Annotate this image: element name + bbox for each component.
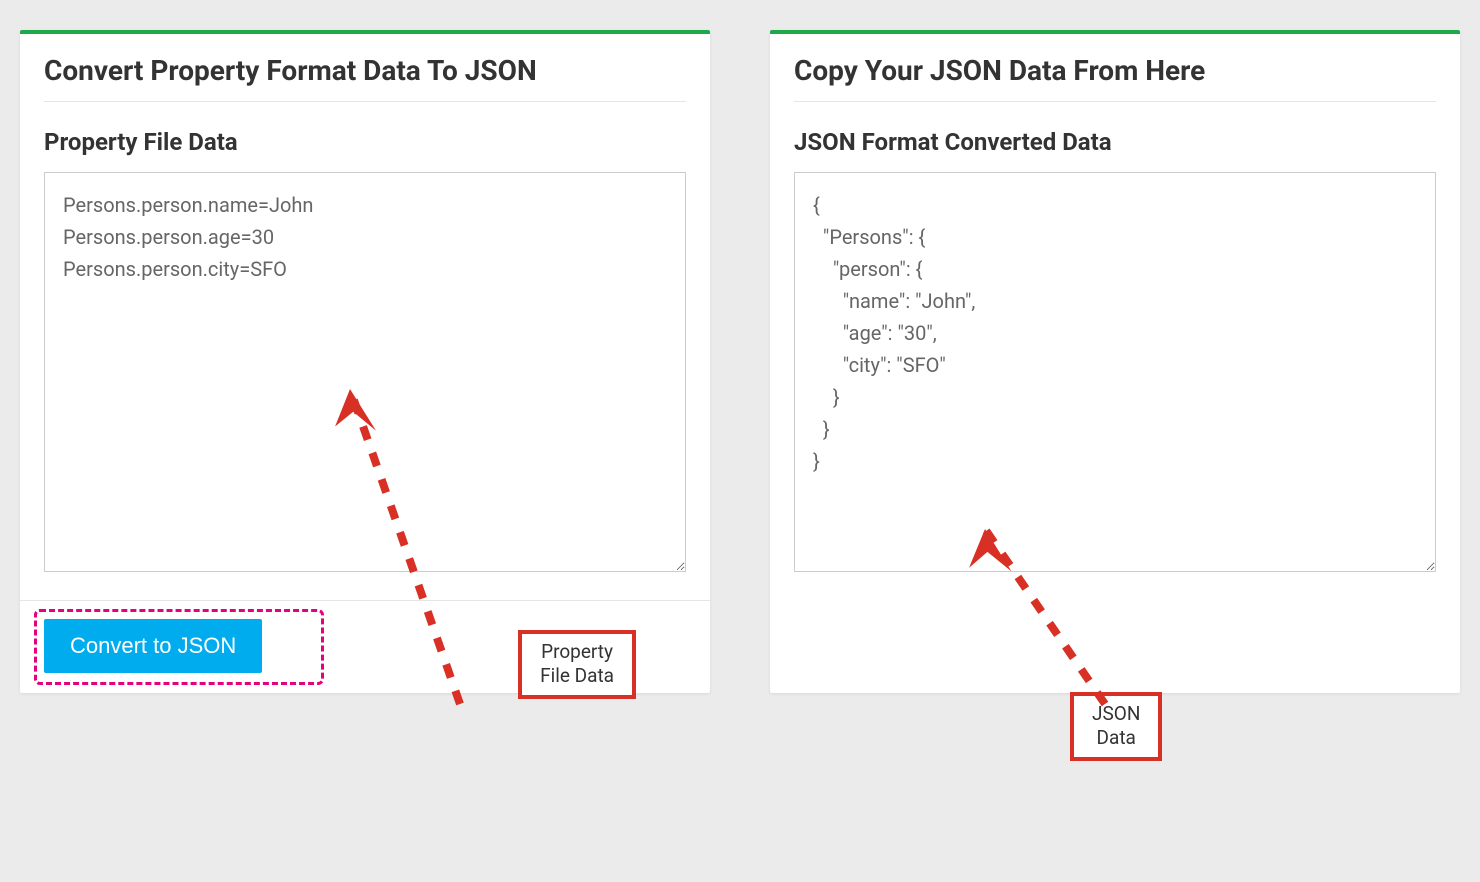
output-card-header: Copy Your JSON Data From Here	[770, 34, 1460, 114]
json-format-label: JSON Format Converted Data	[794, 128, 1436, 156]
property-file-data-annotation: Property File Data	[518, 630, 636, 699]
convert-card-header: Convert Property Format Data To JSON	[20, 34, 710, 114]
json-output-textarea[interactable]	[794, 172, 1436, 572]
output-card-body: JSON Format Converted Data	[770, 114, 1460, 600]
annotation-label-right: JSON Data	[1092, 702, 1140, 750]
json-data-annotation: JSON Data	[1070, 692, 1162, 761]
property-file-data-textarea[interactable]	[44, 172, 686, 572]
convert-card: Convert Property Format Data To JSON Pro…	[20, 30, 710, 693]
convert-card-title: Convert Property Format Data To JSON	[44, 54, 686, 102]
convert-to-json-button[interactable]: Convert to JSON	[44, 619, 262, 673]
property-file-data-label: Property File Data	[44, 128, 686, 156]
annotation-label-left: Property File Data	[540, 640, 614, 688]
main-container: Convert Property Format Data To JSON Pro…	[20, 30, 1460, 693]
output-card-title: Copy Your JSON Data From Here	[794, 54, 1436, 102]
output-card: Copy Your JSON Data From Here JSON Forma…	[770, 30, 1460, 693]
convert-card-body: Property File Data	[20, 114, 710, 600]
